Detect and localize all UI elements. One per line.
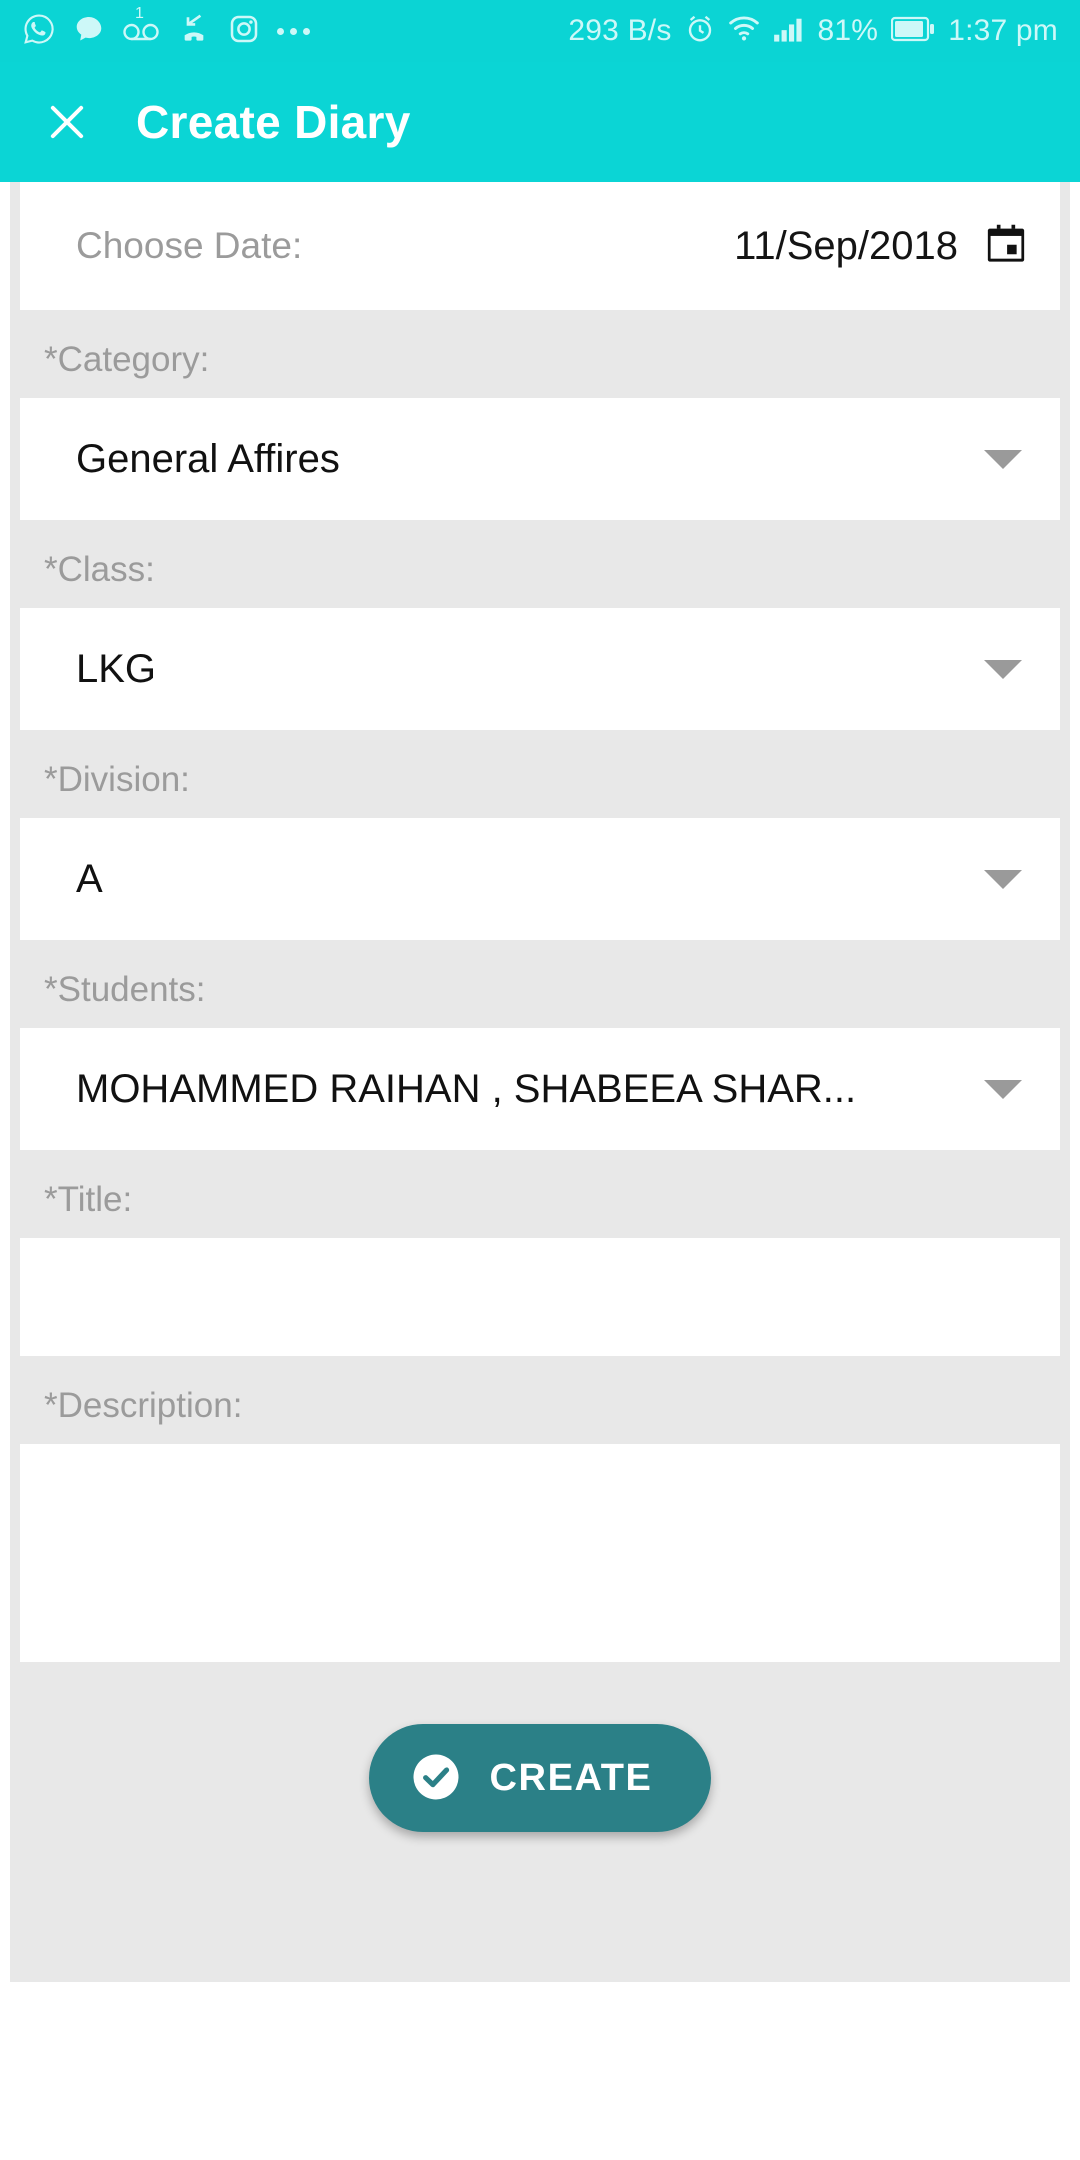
- category-label: *Category:: [44, 340, 210, 379]
- description-input-wrapper[interactable]: [20, 1444, 1060, 1662]
- students-dropdown[interactable]: MOHAMMED RAIHAN , SHABEEA SHAR...: [20, 1028, 1060, 1150]
- wifi-icon: [728, 15, 760, 48]
- class-value: LKG: [76, 646, 157, 691]
- battery-icon: [891, 16, 935, 47]
- missed-call-icon: [177, 13, 211, 50]
- category-dropdown[interactable]: General Affires: [20, 398, 1060, 520]
- more-dots-icon: [277, 27, 310, 35]
- choose-date-row[interactable]: Choose Date: 11/Sep/2018: [20, 182, 1060, 310]
- page-title: Create Diary: [136, 96, 411, 148]
- division-dropdown[interactable]: A: [20, 818, 1060, 940]
- clock-text: 1:37 pm: [948, 14, 1058, 47]
- chevron-down-icon[interactable]: [984, 1079, 1022, 1099]
- network-speed-text: 293 B/s: [568, 14, 672, 47]
- check-circle-icon: [409, 1750, 463, 1807]
- status-bar-left-icons: 1: [22, 5, 310, 51]
- students-value: MOHAMMED RAIHAN , SHABEEA SHAR...: [76, 1066, 857, 1111]
- signal-icon: [773, 15, 805, 48]
- instagram-icon: [228, 13, 260, 50]
- status-bar-right-items: 293 B/s 81% 1:37 pm: [568, 14, 1058, 49]
- message-bubble-icon: [73, 13, 105, 50]
- chevron-down-icon[interactable]: [984, 449, 1022, 469]
- students-label: *Students:: [44, 970, 206, 1009]
- title-label: *Title:: [44, 1180, 133, 1219]
- description-textarea[interactable]: [20, 1444, 1060, 1662]
- choose-date-label: Choose Date:: [76, 225, 303, 266]
- description-label: *Description:: [44, 1386, 243, 1425]
- voicemail-badge: 1: [135, 4, 144, 22]
- choose-date-value-group[interactable]: 11/Sep/2018: [734, 222, 1028, 271]
- app-bar: Create Diary: [0, 62, 1080, 182]
- class-label: *Class:: [44, 550, 155, 589]
- choose-date-value: 11/Sep/2018: [734, 223, 958, 268]
- division-label: *Division:: [44, 760, 190, 799]
- chevron-down-icon[interactable]: [984, 869, 1022, 889]
- battery-percent-text: 81%: [817, 14, 879, 47]
- submit-row: CREATE: [10, 1662, 1070, 1832]
- create-button[interactable]: CREATE: [369, 1724, 711, 1832]
- alarm-icon: [685, 14, 715, 49]
- calendar-icon[interactable]: [984, 222, 1028, 271]
- status-bar: 1 293 B/s 81% 1:37 pm: [0, 0, 1080, 62]
- create-diary-form: Choose Date: 11/Sep/2018 *Category: Gene…: [10, 182, 1070, 1982]
- category-value: General Affires: [76, 436, 340, 481]
- close-icon[interactable]: [44, 99, 90, 145]
- voicemail-icon: 1: [122, 5, 160, 47]
- whatsapp-icon: [22, 12, 56, 51]
- chevron-down-icon[interactable]: [984, 659, 1022, 679]
- create-button-label: CREATE: [489, 1756, 653, 1799]
- title-input[interactable]: [20, 1238, 1060, 1356]
- page-body: Choose Date: 11/Sep/2018 *Category: Gene…: [0, 182, 1080, 2160]
- title-input-wrapper[interactable]: [20, 1238, 1060, 1356]
- division-value: A: [76, 856, 103, 901]
- class-dropdown[interactable]: LKG: [20, 608, 1060, 730]
